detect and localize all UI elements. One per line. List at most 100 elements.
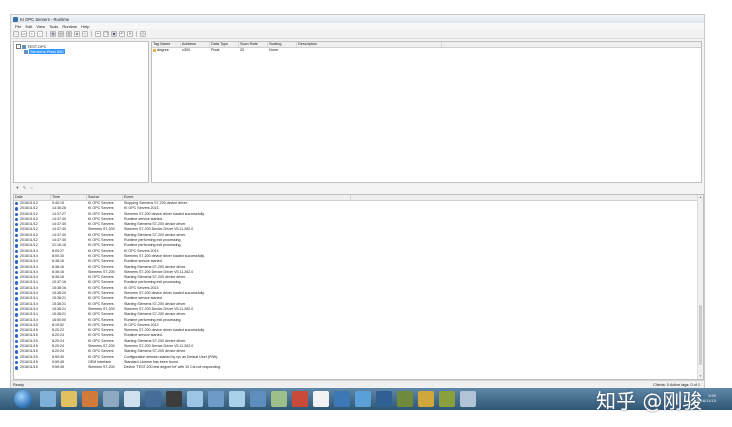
taskbar-app-17[interactable] bbox=[439, 391, 455, 407]
start-button[interactable] bbox=[14, 390, 32, 408]
taskbar-app-1[interactable] bbox=[103, 391, 119, 407]
tree-device-label: Siemens.Ptest 800 bbox=[29, 49, 65, 54]
taskbar-app-6[interactable] bbox=[208, 391, 224, 407]
col-tag-name[interactable]: Tag Name bbox=[152, 42, 181, 47]
log-date-cell: 2016/11/14 bbox=[20, 317, 38, 322]
save-as-icon[interactable]: ▫ bbox=[37, 30, 43, 37]
delete-icon[interactable]: ✕ bbox=[127, 30, 133, 37]
log-options-icon[interactable]: ○ bbox=[29, 185, 34, 190]
taskbar-app-ie[interactable] bbox=[40, 391, 56, 407]
taskbar-app-8[interactable] bbox=[250, 391, 266, 407]
open-icon[interactable]: ▭ bbox=[21, 30, 27, 37]
col-event[interactable]: Event bbox=[123, 195, 351, 200]
new-group-icon[interactable]: ▥ bbox=[66, 30, 72, 37]
log-time-cell: 9:59:45 bbox=[52, 359, 64, 364]
menu-edit[interactable]: Edit bbox=[25, 24, 32, 29]
new-channel-icon[interactable]: ▦ bbox=[50, 30, 56, 37]
event-log-rows: 2016/11/12 9:40:19 KI OPC Servers Stopping … bbox=[14, 201, 698, 371]
col-date[interactable]: Date bbox=[14, 195, 51, 200]
log-event-cell: Runtime service started. bbox=[124, 216, 163, 221]
menu-file[interactable]: File bbox=[15, 24, 21, 29]
channel-icon bbox=[22, 44, 26, 49]
collapse-icon[interactable]: − bbox=[16, 44, 21, 49]
menu-runtime[interactable]: Runtime bbox=[62, 24, 77, 29]
log-date-cell: 2016/11/12 bbox=[20, 201, 38, 205]
undo-icon[interactable]: ↶ bbox=[119, 30, 125, 37]
taskbar-app-14[interactable] bbox=[376, 391, 392, 407]
log-time-cell: 8:38:16 bbox=[52, 264, 64, 269]
log-source-cell: KI OPC Servers bbox=[88, 349, 114, 354]
new-icon[interactable]: □ bbox=[13, 30, 19, 37]
log-event-cell: Starting Siemens S7-200 device driver. bbox=[124, 275, 187, 280]
menu-help[interactable]: Help bbox=[81, 24, 89, 29]
log-source-cell: KI OPC Servers bbox=[88, 322, 114, 327]
new-tag-icon[interactable]: ◈ bbox=[74, 30, 80, 37]
table-row[interactable]: 2016/11/15 9:59:45 Siemens S7-200 Device 'T… bbox=[14, 365, 698, 370]
menu-tools[interactable]: Tools bbox=[49, 24, 58, 29]
taskbar-app-media[interactable] bbox=[82, 391, 98, 407]
taskbar-app-5[interactable] bbox=[187, 391, 203, 407]
taskbar-app-15[interactable] bbox=[397, 391, 413, 407]
info-icon bbox=[15, 350, 19, 354]
taskbar-app-18[interactable] bbox=[460, 391, 476, 407]
save-icon[interactable]: ▪ bbox=[29, 30, 35, 37]
tag-type-cell: Float bbox=[211, 48, 220, 52]
project-tree[interactable]: − TEST.OPC Siemens.Ptest 800 bbox=[13, 41, 149, 183]
log-date-cell: 2016/11/14 bbox=[20, 312, 38, 317]
menu-view[interactable]: View bbox=[36, 24, 45, 29]
new-device-icon[interactable]: ▤ bbox=[58, 30, 64, 37]
log-source-cell: KI OPC Servers bbox=[88, 296, 114, 301]
col-time[interactable]: Time bbox=[51, 195, 87, 200]
clear-log-icon[interactable]: ✎ bbox=[22, 185, 27, 190]
tree-device-item[interactable]: Siemens.Ptest 800 bbox=[24, 49, 65, 54]
quick-client-icon[interactable]: ◎ bbox=[140, 30, 146, 37]
taskbar-app-2[interactable] bbox=[124, 391, 140, 407]
log-event-cell: Starting Siemens S7-200 device driver. bbox=[124, 338, 187, 343]
toolbar-separator bbox=[46, 30, 47, 37]
taskbar-app-10[interactable] bbox=[292, 391, 308, 407]
taskbar-app-3[interactable] bbox=[145, 391, 161, 407]
info-icon bbox=[15, 318, 19, 322]
filter-icon[interactable]: ▼ bbox=[15, 185, 20, 190]
scroll-down-icon[interactable]: ▼ bbox=[698, 374, 703, 379]
cut-icon[interactable]: ✂ bbox=[95, 30, 101, 37]
tag-address-cell: z300 bbox=[182, 48, 191, 52]
log-date-cell: 2016/11/14 bbox=[20, 301, 38, 306]
log-event-cell: Runtime performing exit processing. bbox=[124, 280, 182, 285]
log-date-cell: 2016/11/12 bbox=[20, 243, 38, 248]
col-description[interactable]: Description bbox=[297, 42, 442, 47]
taskbar-app-16[interactable] bbox=[418, 391, 434, 407]
col-data-type[interactable]: Data Type bbox=[210, 42, 239, 47]
log-time-cell: 9:40:19 bbox=[52, 201, 64, 205]
copy-icon[interactable]: ❐ bbox=[103, 30, 109, 37]
col-address[interactable]: Address bbox=[181, 42, 210, 47]
log-source-cell: KI OPC Servers bbox=[88, 232, 114, 237]
log-date-cell: 2016/11/15 bbox=[20, 328, 38, 333]
scroll-thumb[interactable] bbox=[699, 305, 702, 365]
taskbar-app-7[interactable] bbox=[229, 391, 245, 407]
taskbar-app-9[interactable] bbox=[271, 391, 287, 407]
log-source-cell: KI OPC Servers bbox=[88, 280, 114, 285]
log-date-cell: 2016/11/12 bbox=[20, 232, 38, 237]
taskbar-app-explorer[interactable] bbox=[61, 391, 77, 407]
col-scaling[interactable]: Scaling bbox=[268, 42, 297, 47]
tag-description-cell bbox=[297, 48, 442, 53]
log-date-cell: 2016/11/12 bbox=[20, 238, 38, 243]
taskbar-app-13[interactable] bbox=[355, 391, 371, 407]
log-event-cell: Device 'TEST.200.test degree'Inf' with 1… bbox=[124, 365, 222, 370]
app-icon bbox=[13, 16, 18, 22]
col-source[interactable]: Source bbox=[87, 195, 123, 200]
log-scrollbar[interactable]: ▲ ▼ bbox=[697, 195, 703, 379]
taskbar-app-11[interactable] bbox=[313, 391, 329, 407]
table-row[interactable]: degree z300 Float 20 None bbox=[152, 48, 701, 53]
taskbar-app-12[interactable] bbox=[334, 391, 350, 407]
col-scan-rate[interactable]: Scan Rate bbox=[239, 42, 268, 47]
log-time-cell: 10:37:16 bbox=[52, 280, 66, 285]
tag-properties-icon[interactable]: ◇ bbox=[82, 30, 88, 37]
scroll-up-icon[interactable]: ▲ bbox=[698, 195, 703, 200]
log-time-cell: 8:20:24 bbox=[52, 349, 64, 354]
paste-icon[interactable]: ▣ bbox=[111, 30, 117, 37]
log-date-cell: 2016/11/15 bbox=[20, 359, 38, 364]
taskbar-app-4[interactable] bbox=[166, 391, 182, 407]
log-event-cell: Runtime performing exit processing. bbox=[124, 238, 182, 243]
